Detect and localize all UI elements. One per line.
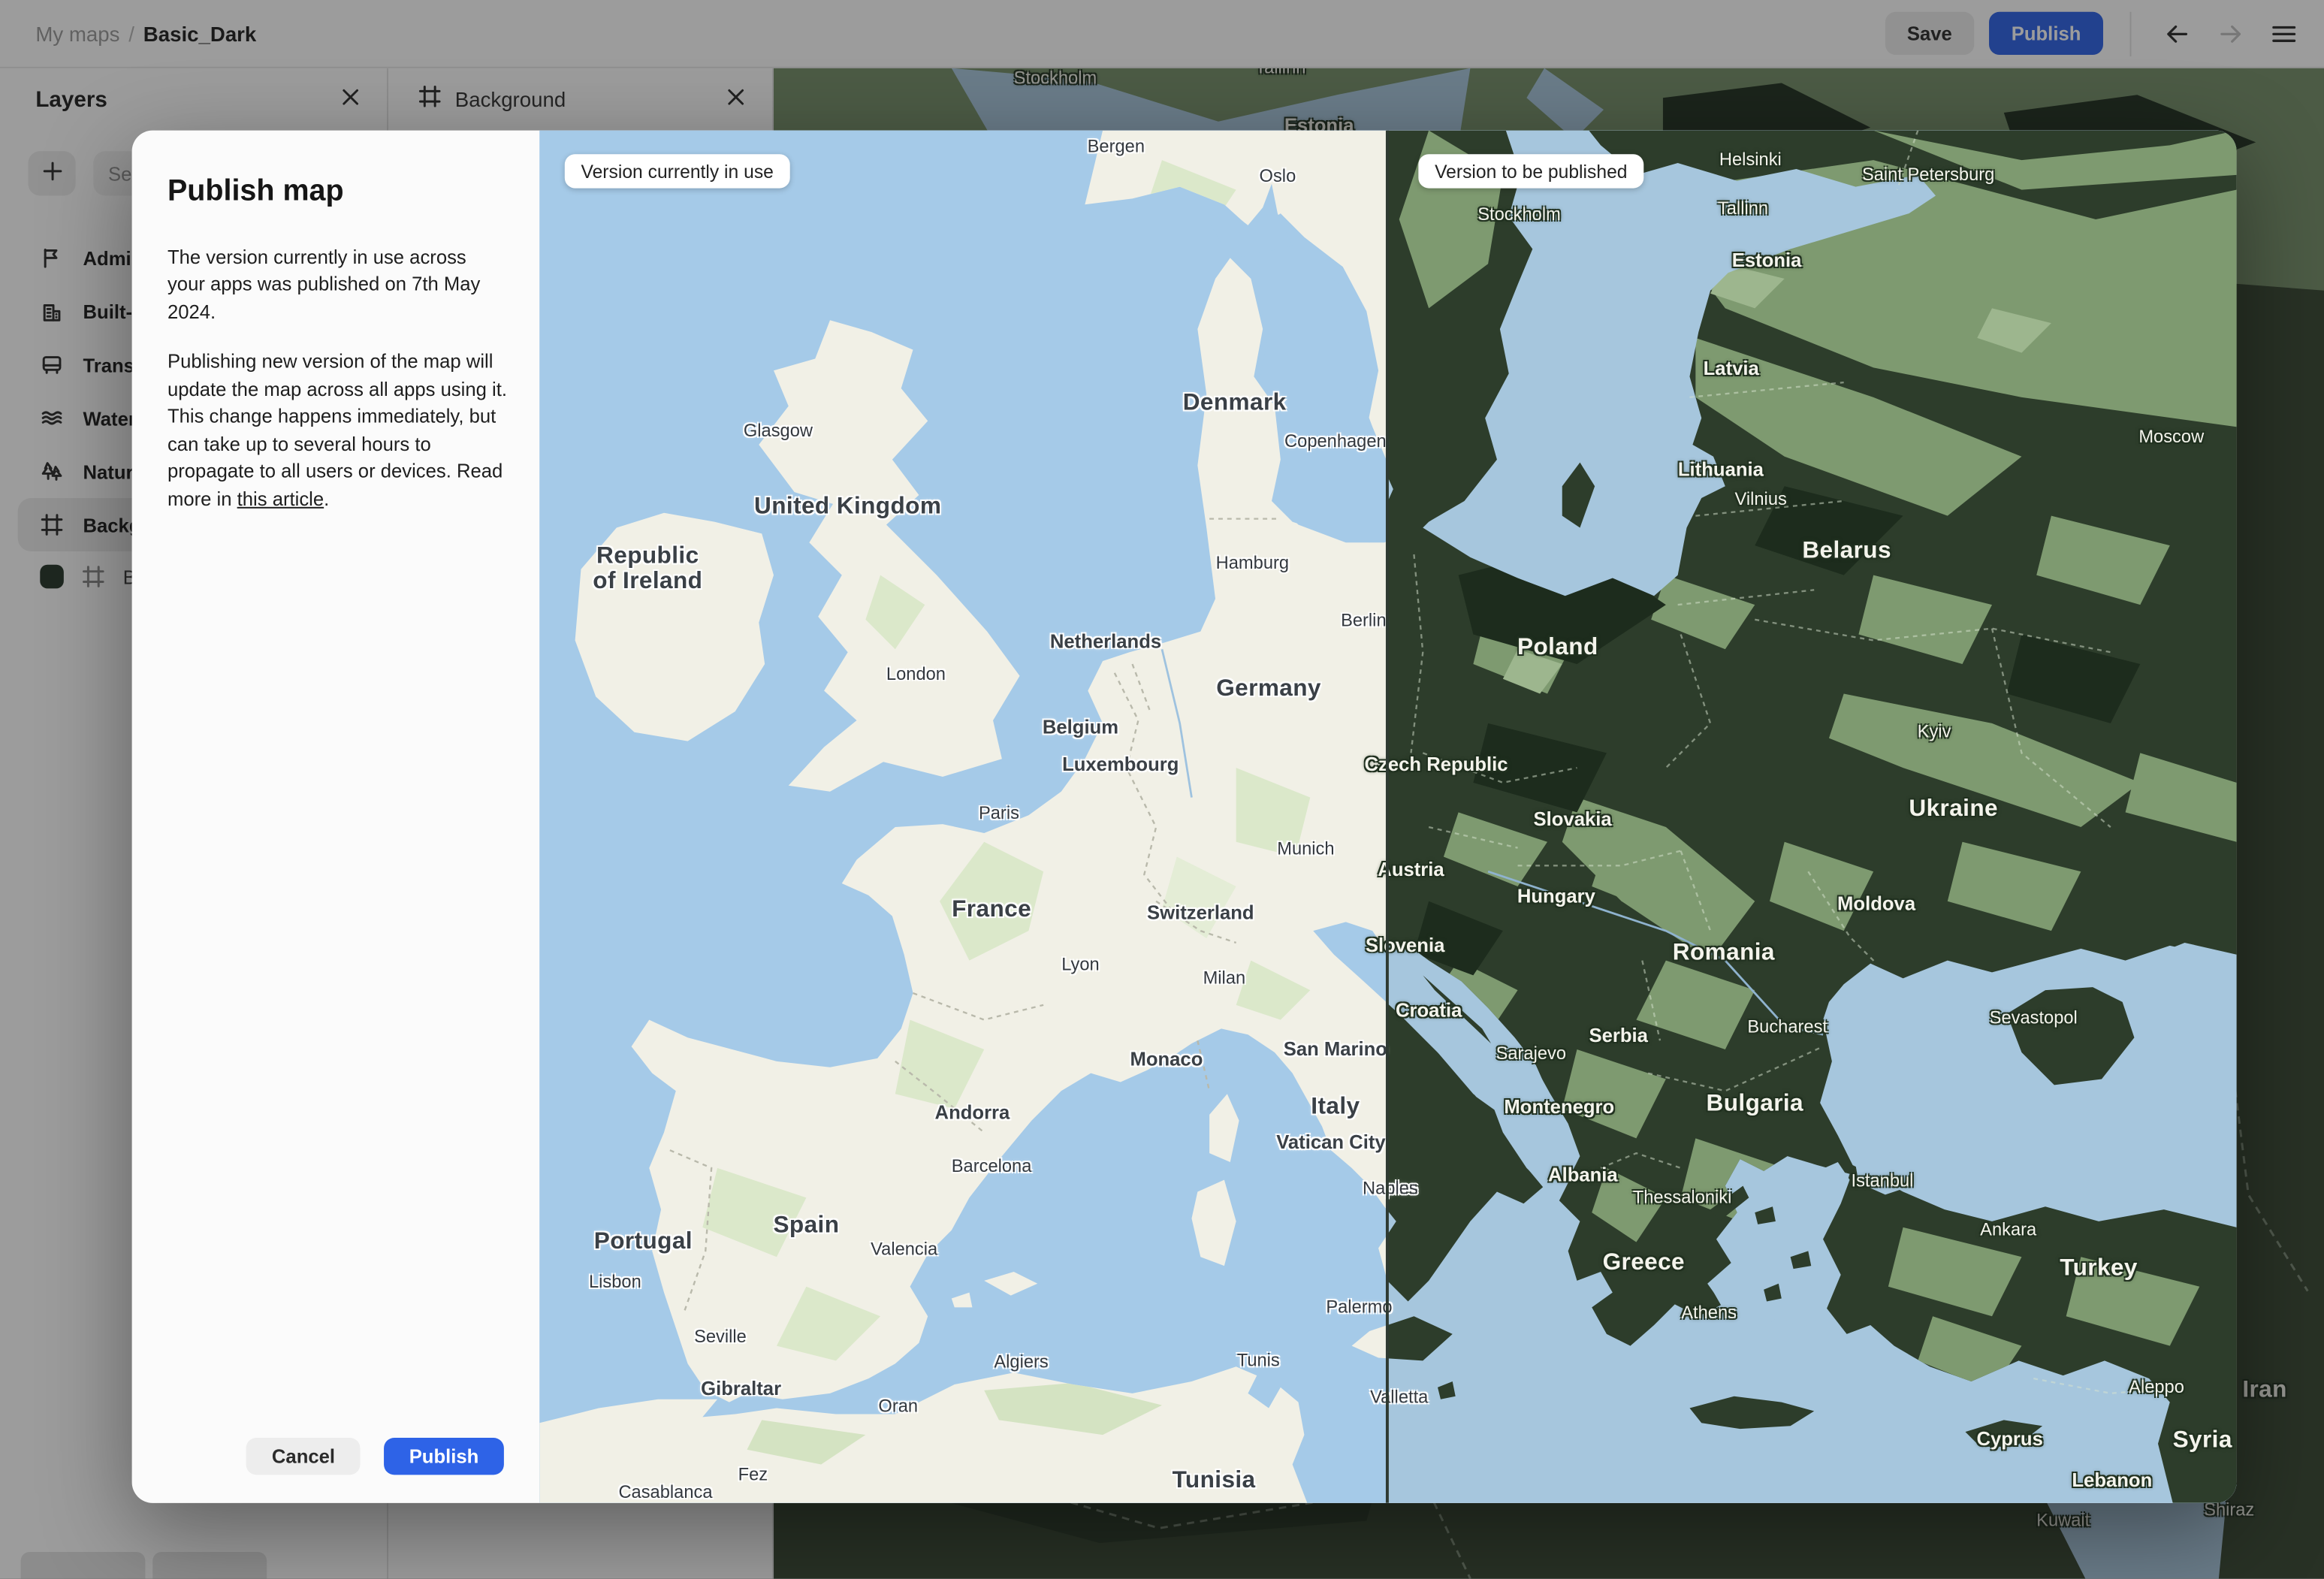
dialog-paragraph-1: The version currently in use across your… xyxy=(167,246,481,323)
version-current-badge: Version currently in use xyxy=(564,154,790,189)
this-article-link[interactable]: this article xyxy=(237,487,324,509)
dialog-paragraph-2: Publishing new version of the map will u… xyxy=(167,350,508,510)
cancel-button[interactable]: Cancel xyxy=(246,1438,361,1475)
app-root: My maps / Basic_Dark Save Publish Stockh… xyxy=(0,0,2324,1579)
version-comparison-preview: Version currently in use Version to be p… xyxy=(539,130,2237,1503)
version-new-badge: Version to be published xyxy=(1418,154,1644,189)
dialog-title: Publish map xyxy=(167,174,344,208)
publish-map-dialog: Publish map The version currently in use… xyxy=(131,130,2237,1503)
version-split-divider[interactable] xyxy=(1385,130,1389,1503)
publish-button-dialog[interactable]: Publish xyxy=(384,1438,504,1475)
dialog-pane: Publish map The version currently in use… xyxy=(132,131,540,1503)
